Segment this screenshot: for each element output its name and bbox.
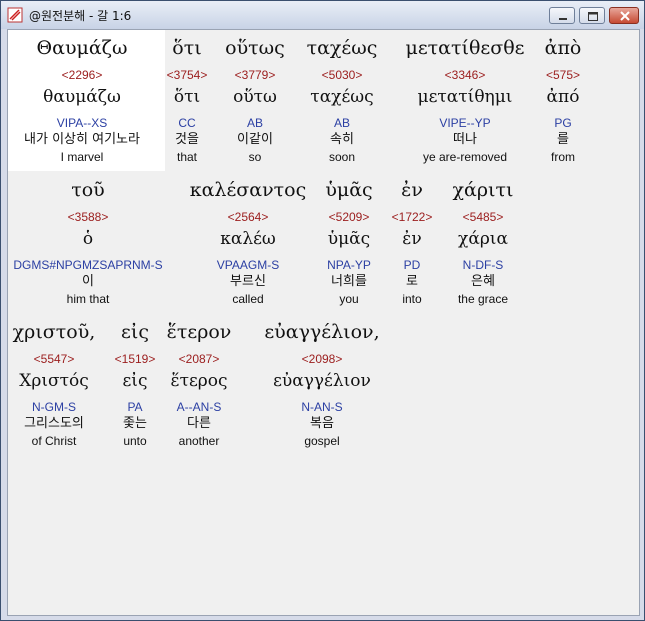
word-greek: εὐαγγέλιον, — [264, 321, 380, 343]
title-bar[interactable]: @원전분해 - 갈 1:6 — [1, 1, 644, 29]
word-english: the grace — [457, 292, 509, 306]
word-strong: <2098> — [301, 352, 343, 366]
interlinear-view[interactable]: Θαυμάζω <2296> θαυμάζω VIPA--XS 내가 이상히 여기노라 I… — [7, 29, 640, 616]
word-strong: <575> — [545, 68, 581, 82]
app-icon — [7, 7, 23, 23]
word-strong: <5485> — [462, 210, 504, 224]
app-window: @원전분해 - 갈 1:6 Θαυμάζω <2296> θαυμάζω VIPA--… — [0, 0, 645, 621]
word-lemma: ἀπό — [546, 87, 580, 107]
word-column[interactable]: ἀπὸ <575> ἀπό PG 를 from — [463, 32, 645, 165]
word-korean: 은혜 — [471, 274, 495, 289]
word-lemma: χάρια — [458, 229, 508, 249]
word-morph: N-DF-S — [462, 258, 504, 272]
minimize-icon — [559, 18, 567, 20]
close-button[interactable] — [609, 7, 639, 24]
word-greek: ἀπὸ — [544, 37, 582, 59]
window-title: @원전분해 - 갈 1:6 — [29, 9, 132, 23]
word-english: from — [551, 150, 575, 164]
word-english: gospel — [304, 434, 340, 448]
word-lemma: εὐαγγέλιον — [273, 371, 371, 391]
word-column[interactable]: χάριτι <5485> χάρια N-DF-S 은혜 the grace — [383, 174, 583, 307]
word-greek: χάριτι — [452, 179, 514, 201]
maximize-button[interactable] — [579, 7, 605, 24]
maximize-icon — [588, 12, 598, 21]
word-column[interactable]: εὐαγγέλιον, <2098> εὐαγγέλιον N-AN-S 복음 gospe… — [222, 316, 422, 449]
word-morph: N-AN-S — [301, 400, 343, 414]
word-korean: 를 — [557, 132, 569, 147]
minimize-button[interactable] — [549, 7, 575, 24]
word-morph: PG — [554, 116, 572, 130]
word-korean: 복음 — [310, 416, 334, 431]
close-icon — [620, 11, 630, 21]
